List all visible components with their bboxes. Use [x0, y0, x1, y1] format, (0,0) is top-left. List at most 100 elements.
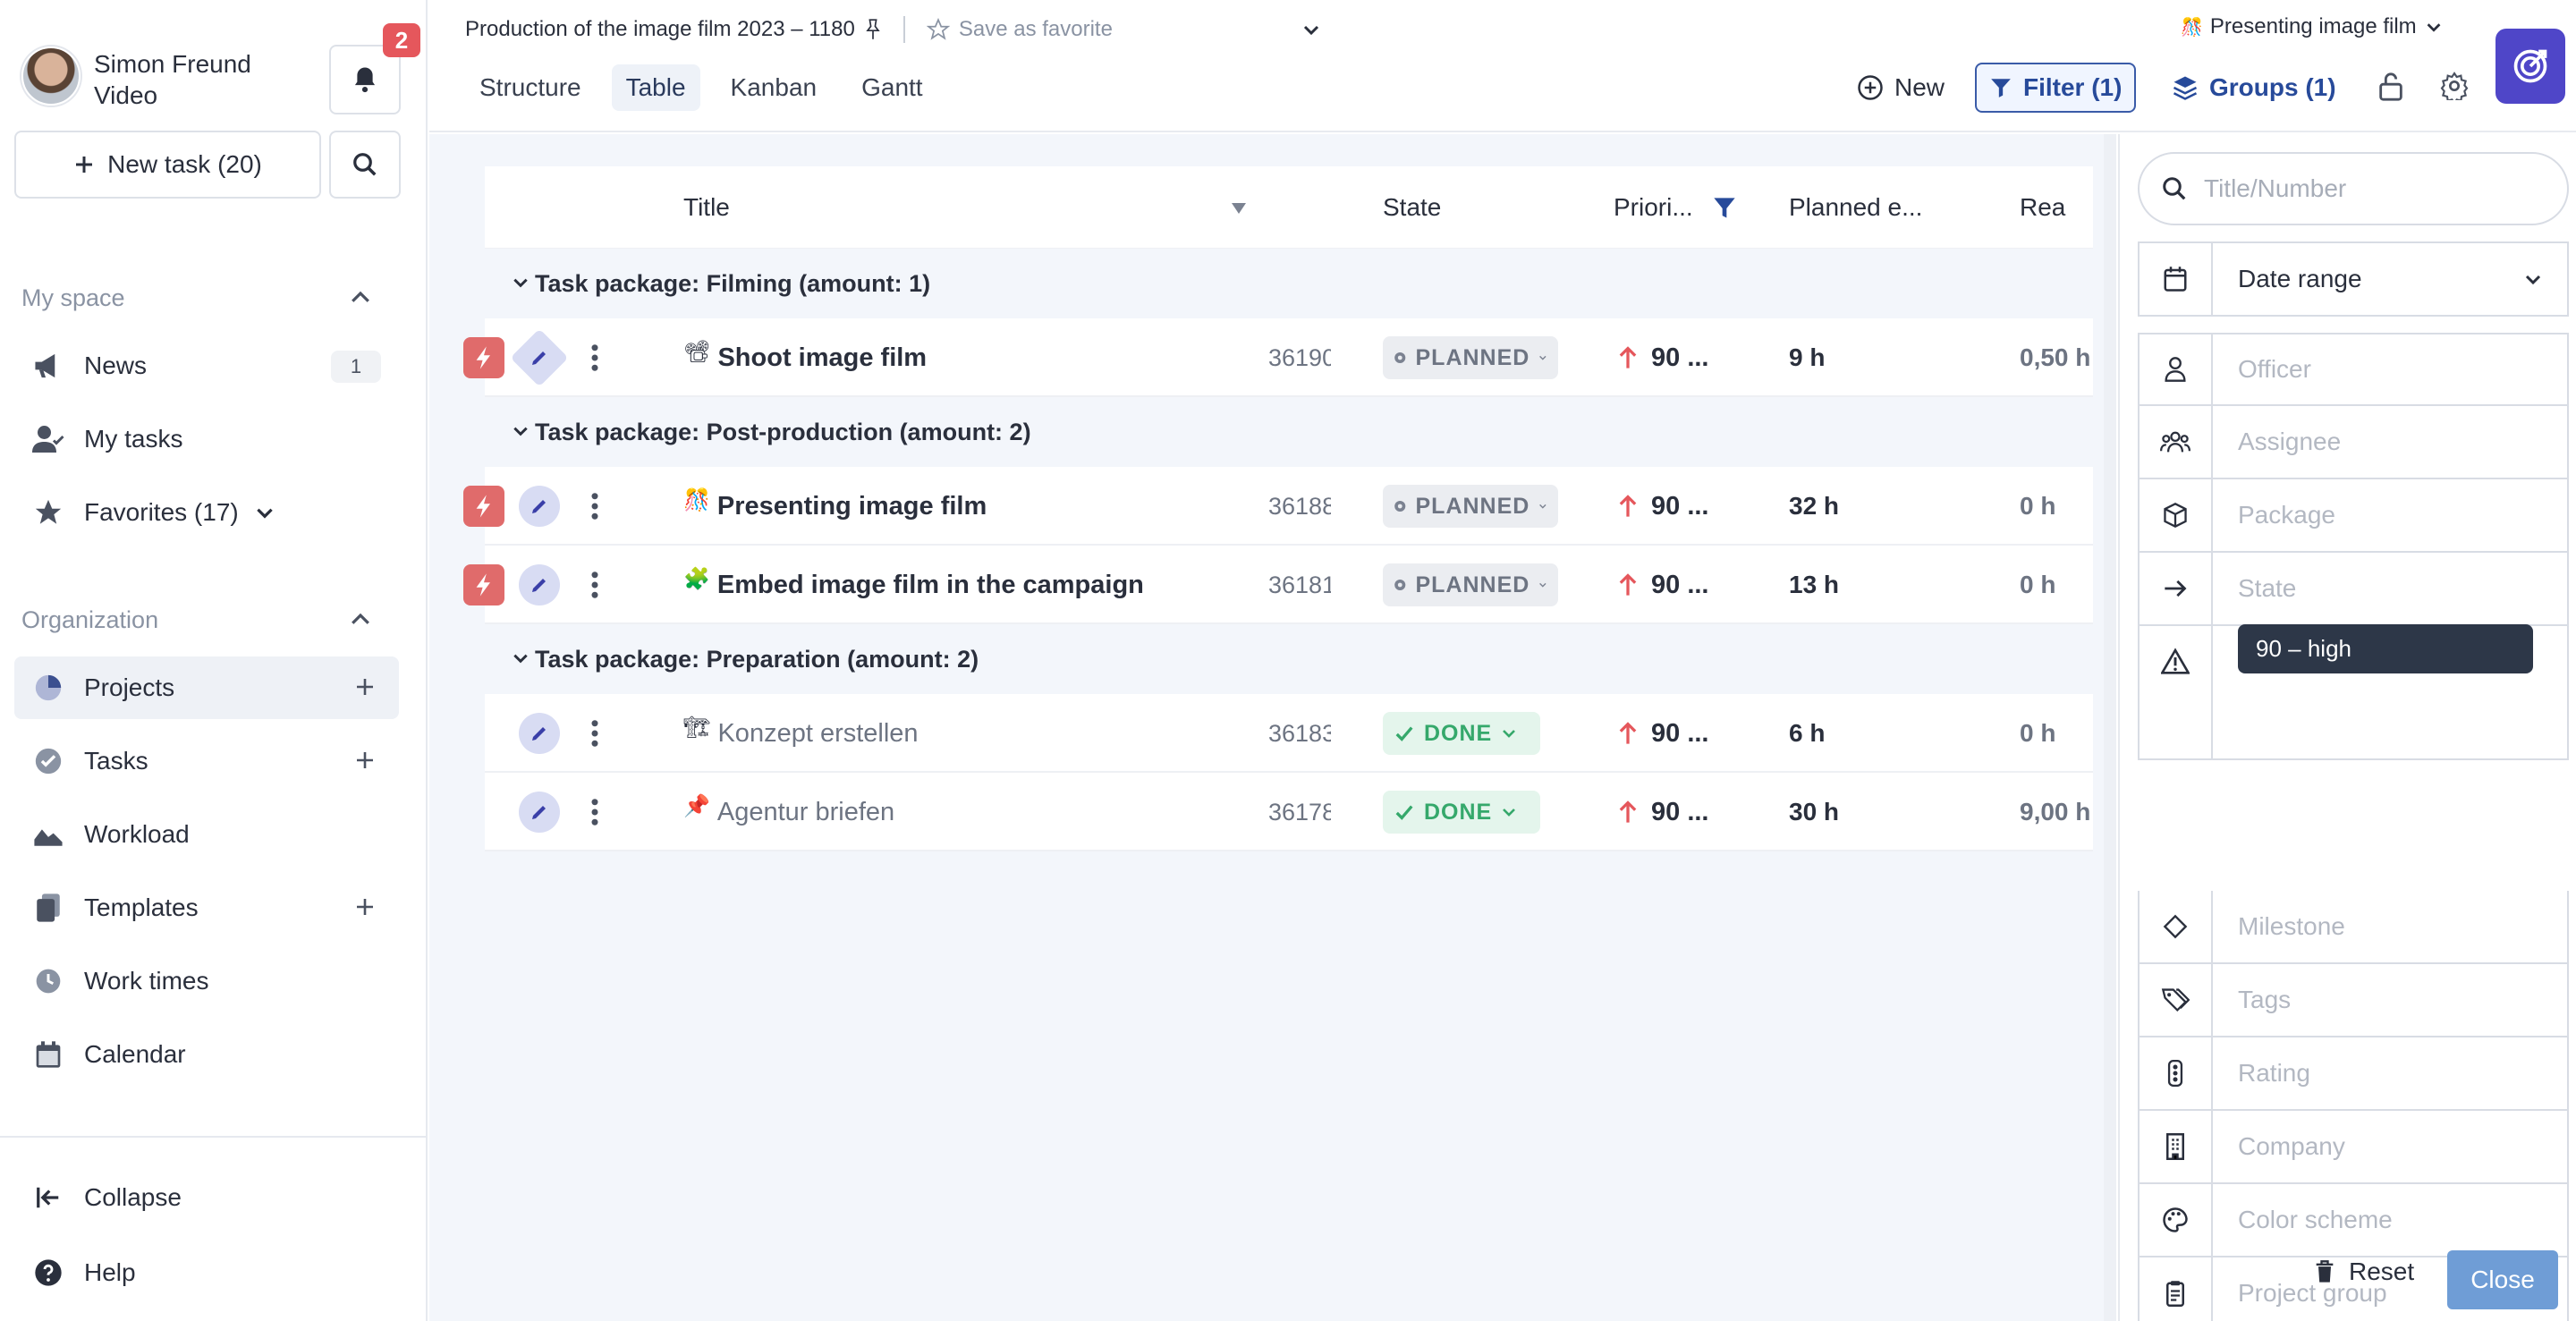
task-title-cell[interactable]: 🎊 Presenting image film [683, 467, 987, 546]
column-state[interactable]: State [1383, 193, 1441, 222]
new-task-button[interactable]: New task (20) [14, 131, 321, 199]
avatar[interactable] [21, 47, 80, 106]
task-title-cell[interactable]: 🧩 Embed image film in the campaign [683, 546, 1144, 624]
state-filter[interactable]: State [2138, 553, 2569, 626]
sidebar-item-my-tasks[interactable]: My tasks [14, 408, 399, 470]
tab-table[interactable]: Table [611, 64, 700, 111]
edit-button[interactable] [519, 546, 560, 624]
edit-button[interactable] [519, 773, 560, 851]
priority-cell[interactable]: 90 ... [1617, 694, 1709, 773]
state-dropdown[interactable]: DONE [1383, 694, 1540, 773]
milestone-filter[interactable]: Milestone [2138, 891, 2569, 964]
tab-kanban[interactable]: Kanban [716, 64, 832, 111]
state-dropdown[interactable]: PLANNED [1383, 318, 1558, 397]
pin-icon[interactable] [864, 19, 882, 40]
company-filter[interactable]: Company [2138, 1111, 2569, 1184]
more-vertical-icon[interactable] [590, 773, 599, 851]
more-vertical-icon[interactable] [590, 694, 599, 773]
edit-button[interactable] [519, 467, 560, 546]
priority-cell[interactable]: 90 ... [1617, 773, 1709, 851]
sidebar-item-tasks[interactable]: Tasks [14, 730, 399, 792]
task-title-cell[interactable]: 📽 Shoot image film [683, 318, 927, 397]
vertical-scrollbar[interactable] [2104, 134, 2116, 1321]
group-row-filming[interactable]: Task package: Filming (amount: 1) [485, 249, 2093, 318]
date-range-filter[interactable]: Date range [2138, 241, 2569, 317]
priority-cell[interactable]: 90 ... [1617, 546, 1709, 624]
priority-cell[interactable]: 90 ... [1617, 467, 1709, 546]
task-title-cell[interactable]: 📌 Agentur briefen [683, 773, 894, 851]
groups-button[interactable]: Groups (1) [2159, 63, 2349, 113]
add-project-icon[interactable] [354, 676, 376, 698]
officer-filter[interactable]: Officer [2138, 333, 2569, 406]
rating-filter[interactable]: Rating [2138, 1037, 2569, 1111]
star-outline-icon[interactable] [926, 18, 950, 41]
column-title[interactable]: Title [683, 193, 730, 222]
more-vertical-icon[interactable] [590, 546, 599, 624]
sidebar-item-projects[interactable]: Projects [14, 656, 399, 719]
collapse-organization-icon[interactable] [347, 606, 374, 633]
add-template-icon[interactable] [354, 896, 376, 918]
calendar-icon [30, 1037, 66, 1072]
sidebar-item-calendar[interactable]: Calendar [14, 1023, 399, 1086]
table-row[interactable]: 📽 Shoot image film 36190 PLANNED 90 ... … [463, 318, 2093, 397]
table-row[interactable]: 🧩 Embed image film in the campaign 36181… [463, 546, 2093, 624]
save-favorite-link[interactable]: Save as favorite [959, 17, 1113, 42]
priority-chip[interactable]: 90 – high [2238, 624, 2533, 673]
sort-icon[interactable] [1231, 202, 1247, 215]
column-priority[interactable]: Priori... [1614, 193, 1693, 222]
task-emoji-icon: 🧩 [683, 566, 710, 591]
tab-gantt[interactable]: Gantt [847, 64, 936, 111]
sidebar-item-label: Templates [84, 893, 199, 921]
sidebar-item-workload[interactable]: Workload [14, 803, 399, 866]
new-button[interactable]: New [1844, 63, 1957, 113]
title-number-search[interactable]: Title/Number [2138, 152, 2569, 225]
package-filter[interactable]: Package [2138, 479, 2569, 553]
project-title[interactable]: Production of the image film 2023 – 1180 [465, 17, 855, 42]
tab-structure[interactable]: Structure [465, 64, 596, 111]
column-real[interactable]: Rea [2020, 193, 2065, 222]
selected-task-dropdown[interactable]: 🎊 Presenting image film [2181, 14, 2444, 39]
reset-button[interactable]: Reset [2313, 1257, 2414, 1286]
main-content: Title State Priori... Planned e... Rea T… [429, 134, 2104, 1321]
news-count: 1 [331, 351, 381, 383]
tags-filter[interactable]: Tags [2138, 964, 2569, 1037]
sidebar-item-favorites[interactable]: Favorites (17) [14, 481, 399, 544]
state-dropdown[interactable]: DONE [1383, 773, 1540, 851]
new-task-label: New task (20) [107, 150, 262, 178]
table-row[interactable]: 📌 Agentur briefen 36178 DONE 90 ... 30 h… [485, 773, 2093, 851]
chevron-down-icon [512, 649, 530, 667]
sidebar-item-work-times[interactable]: Work times [14, 950, 399, 1012]
real-effort: 0 h [2020, 492, 2056, 520]
priority-filter[interactable]: 90 – high [2138, 624, 2569, 760]
more-vertical-icon[interactable] [590, 467, 599, 546]
sidebar-item-templates[interactable]: Templates [14, 876, 399, 939]
search-button[interactable] [329, 131, 401, 199]
filter-button[interactable]: Filter (1) [1975, 63, 2137, 113]
assistant-button[interactable] [2496, 29, 2565, 104]
edit-milestone-button[interactable] [510, 318, 569, 397]
sidebar-item-news[interactable]: News 1 [14, 334, 399, 397]
close-button[interactable]: Close [2447, 1250, 2558, 1309]
column-filter-icon[interactable] [1712, 195, 1737, 222]
group-row-preparation[interactable]: Task package: Preparation (amount: 2) [485, 624, 2093, 694]
task-title-cell[interactable]: 🏗 Konzept erstellen [683, 694, 919, 773]
lock-icon[interactable] [2377, 72, 2404, 102]
state-dropdown[interactable]: PLANNED [1383, 546, 1558, 624]
group-row-post-production[interactable]: Task package: Post-production (amount: 2… [485, 397, 2093, 467]
project-menu-chevron-icon[interactable] [1301, 19, 1322, 40]
gear-icon[interactable] [2440, 72, 2469, 100]
assignee-filter[interactable]: Assignee [2138, 406, 2569, 479]
color-scheme-filter[interactable]: Color scheme [2138, 1184, 2569, 1257]
table-row[interactable]: 🏗 Konzept erstellen 36183 DONE 90 ... 6 … [485, 694, 2093, 773]
priority-value: 90 ... [1651, 491, 1709, 521]
priority-cell[interactable]: 90 ... [1617, 318, 1709, 397]
collapse-sidebar-button[interactable]: Collapse [14, 1166, 399, 1229]
column-planned[interactable]: Planned e... [1789, 193, 1922, 222]
help-button[interactable]: Help [14, 1241, 399, 1304]
collapse-my-space-icon[interactable] [347, 284, 374, 311]
table-row[interactable]: 🎊 Presenting image film 36188 PLANNED 90… [463, 467, 2093, 546]
edit-button[interactable] [519, 694, 560, 773]
more-vertical-icon[interactable] [590, 318, 599, 397]
state-dropdown[interactable]: PLANNED [1383, 467, 1558, 546]
add-task-icon[interactable] [354, 749, 376, 771]
